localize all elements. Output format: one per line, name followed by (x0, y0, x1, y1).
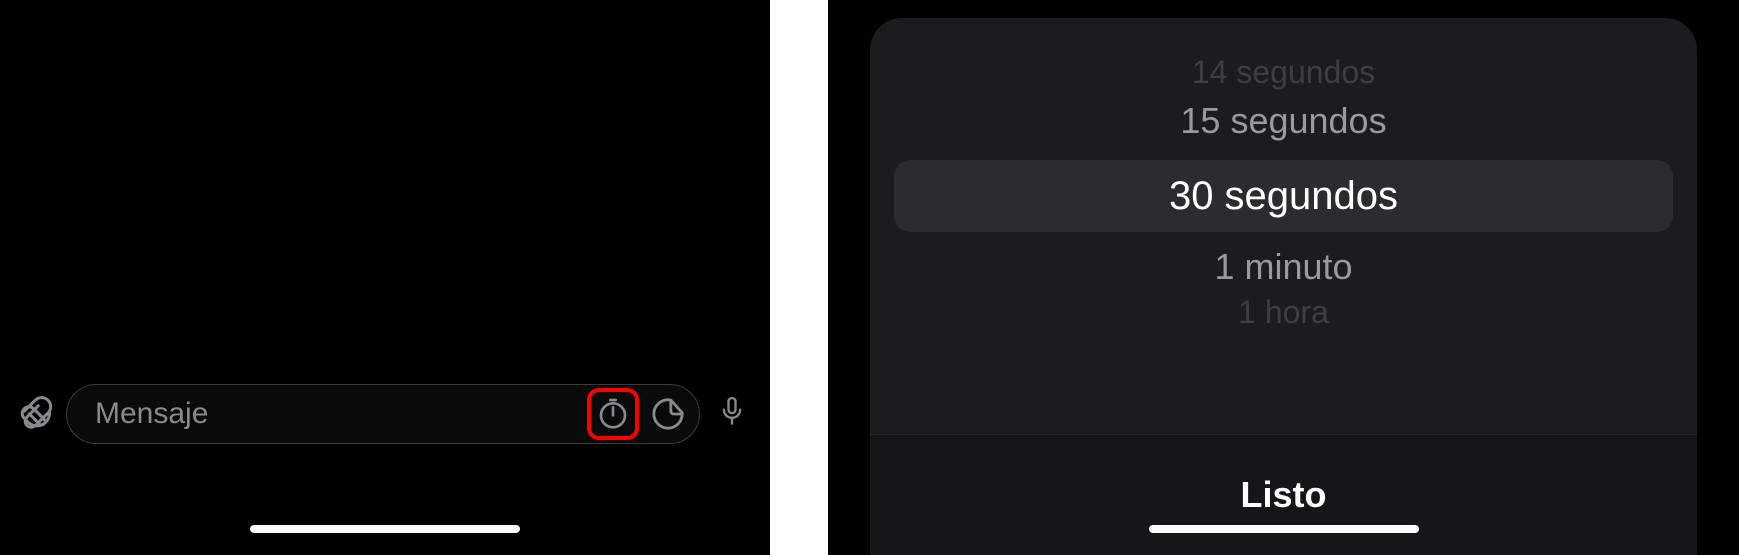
picker-option[interactable]: 1 minuto (870, 246, 1697, 288)
done-button[interactable]: Listo (870, 435, 1697, 555)
message-placeholder: Mensaje (95, 397, 575, 431)
picker-option[interactable]: 14 segundos (870, 54, 1697, 91)
timer-icon[interactable] (597, 398, 629, 430)
picker-sheet: 14 segundos 15 segundos 30 segundos 1 mi… (870, 18, 1697, 555)
timer-picker-panel: 14 segundos 15 segundos 30 segundos 1 mi… (828, 0, 1739, 555)
chat-panel: Mensaje (0, 0, 770, 555)
message-input-container[interactable]: Mensaje (66, 384, 700, 444)
panel-gap (770, 0, 828, 555)
home-indicator[interactable] (250, 525, 520, 533)
attach-icon[interactable] (18, 396, 54, 432)
microphone-icon[interactable] (718, 394, 752, 434)
picker-option[interactable]: 1 hora (870, 294, 1697, 331)
input-bar: Mensaje (18, 384, 752, 444)
home-indicator[interactable] (1149, 525, 1419, 533)
timer-button-highlight (587, 388, 639, 440)
picker-option-selected[interactable]: 30 segundos (894, 160, 1673, 232)
picker-option[interactable]: 15 segundos (870, 100, 1697, 142)
sticker-icon[interactable] (651, 397, 685, 431)
picker-scroll[interactable]: 14 segundos 15 segundos 30 segundos 1 mi… (870, 18, 1697, 434)
